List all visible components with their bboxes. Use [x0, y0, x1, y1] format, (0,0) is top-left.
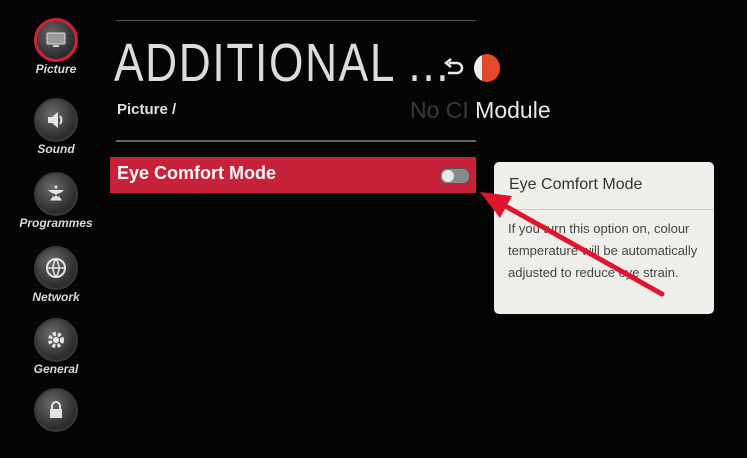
sidebar-item-sound[interactable]: Sound — [20, 98, 92, 168]
sidebar-item-label: Network — [32, 290, 80, 304]
sidebar-item-label: Picture — [35, 62, 77, 76]
status-dot-icon — [474, 54, 500, 82]
sidebar-item-label: Sound — [37, 142, 75, 156]
ci-module-label: No CI Module — [410, 97, 551, 124]
globe-icon — [34, 246, 78, 290]
back-arrow-icon[interactable] — [440, 56, 466, 82]
tooltip-title: Eye Comfort Mode — [509, 176, 643, 193]
sidebar-item-general[interactable]: General — [20, 318, 92, 388]
sidebar-item-label: General — [33, 362, 79, 376]
sidebar-item-picture[interactable]: Picture — [20, 18, 92, 88]
option-label: Eye Comfort Mode — [117, 163, 277, 183]
sidebar-item-lock[interactable] — [20, 388, 92, 458]
sidebar-item-programmes[interactable]: Programmes — [19, 172, 93, 242]
ci-module-text: Module — [468, 97, 551, 123]
sidebar-item-network[interactable]: Network — [20, 246, 92, 316]
header-divider — [116, 20, 476, 21]
page-title: ADDITIONAL ... — [114, 33, 451, 93]
tooltip-divider — [494, 209, 714, 210]
satellite-dish-icon — [34, 172, 78, 216]
ci-module-dim-text: No CI — [410, 97, 469, 123]
section-divider — [116, 140, 476, 142]
eye-comfort-toggle[interactable] — [440, 168, 470, 184]
lock-icon — [34, 388, 78, 432]
help-tooltip: Eye Comfort Mode If you turn this option… — [494, 162, 714, 314]
gear-icon — [34, 318, 78, 362]
speaker-icon — [34, 98, 78, 142]
eye-comfort-mode-option[interactable]: Eye Comfort Mode — [110, 157, 476, 193]
tooltip-body: If you turn this option on, colour tempe… — [508, 221, 698, 280]
breadcrumb: Picture / — [117, 101, 177, 118]
sidebar: Picture Sound Programmes Network General — [0, 0, 100, 432]
tv-screen-icon — [34, 18, 78, 62]
sidebar-item-label: Programmes — [19, 216, 93, 230]
toggle-knob — [442, 170, 454, 182]
